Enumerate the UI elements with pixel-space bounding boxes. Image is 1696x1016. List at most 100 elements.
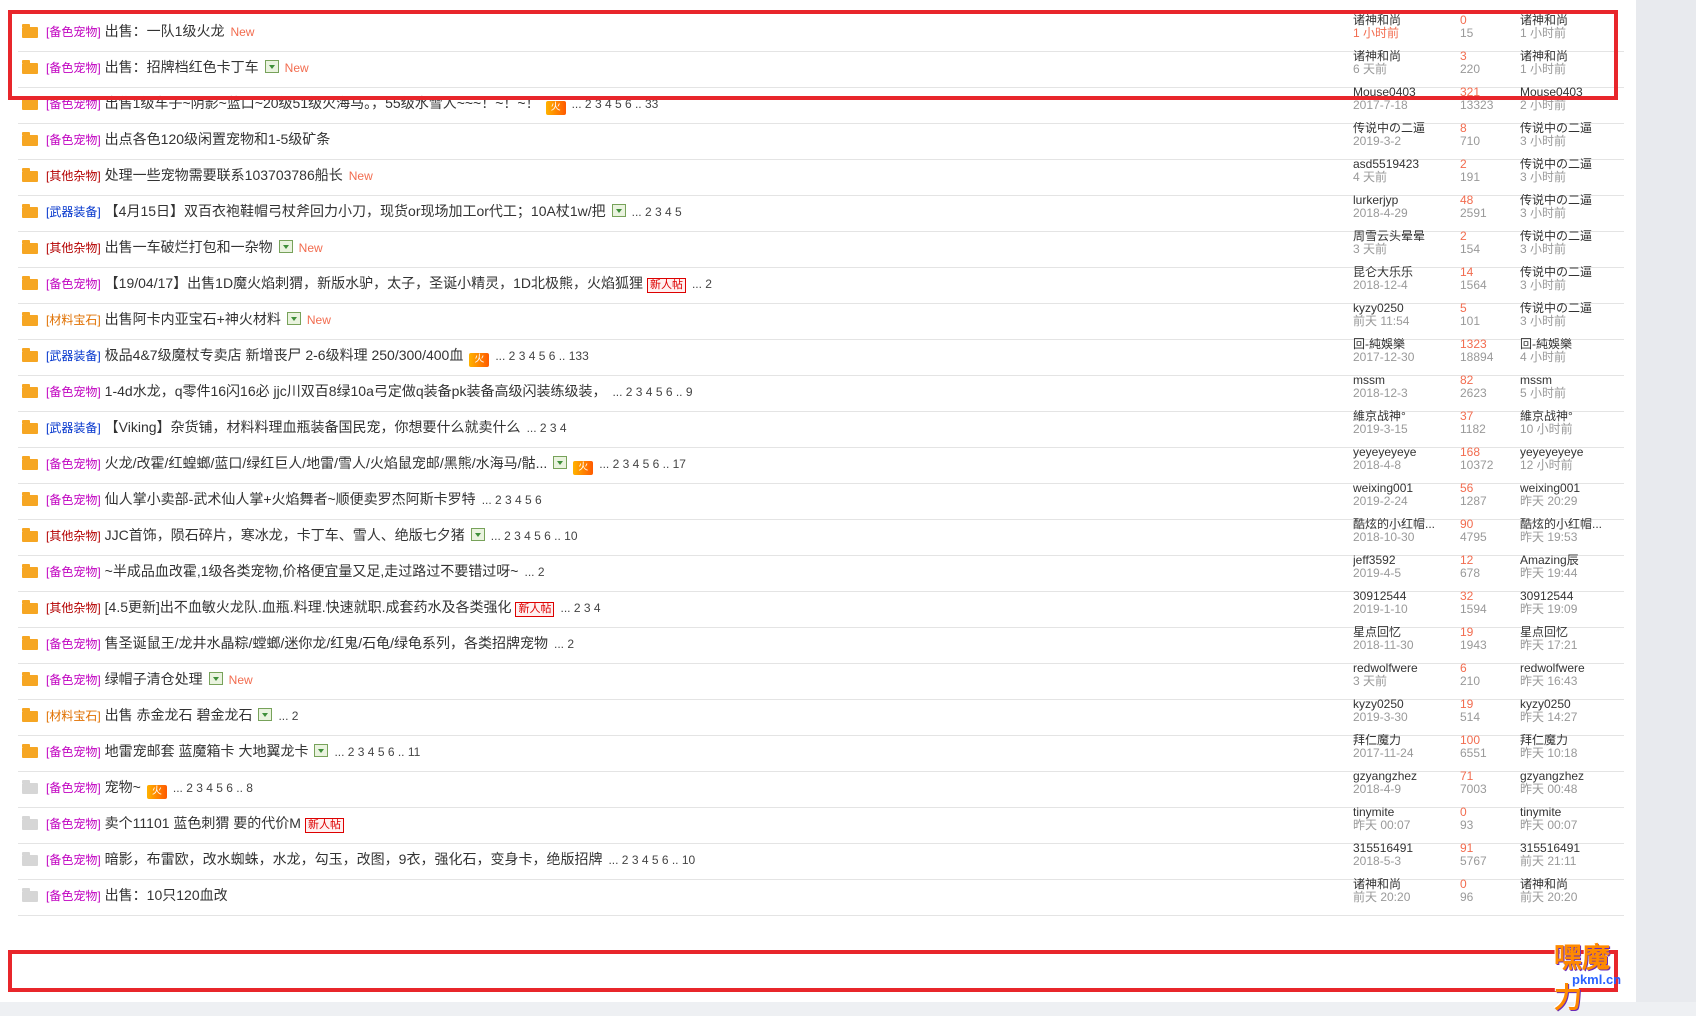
thread-category-link[interactable]: [武器装备] [46,205,101,219]
thread-category-link[interactable]: [备色宠物] [46,745,101,759]
thread-category-link[interactable]: [其他杂物] [46,529,101,543]
thread-row[interactable]: [备色宠物] 【19/04/17】出售1D魔火焰刺猬，新版水驴，太子，圣诞小精灵，… [18,264,1624,304]
post-date: 2018-5-3 [1353,854,1402,868]
thread-title-link[interactable]: 出售阿卡内亚宝石+神火材料 [105,311,281,327]
thread-title-link[interactable]: 火龙/改霍/红蝗螂/蓝口/绿红巨人/地雷/雪人/火焰鼠宠邮/黑熊/水海马/骷..… [105,455,548,471]
thread-category-link[interactable]: [备色宠物] [46,637,101,651]
thread-row[interactable]: [备色宠物] ~半成品血改霍,1级各类宠物,价格便宜量又足,走过路过不要错过呀~.… [18,552,1624,592]
page-links[interactable]: ... 2 3 4 5 [632,205,682,219]
thread-title-link[interactable]: 极品4&7级魔杖专卖店 新增丧尸 2-6级料理 250/300/400血 [105,347,464,363]
page-links[interactable]: ... 2 [554,637,574,651]
thread-row[interactable]: [备色宠物] 出售：一队1级火龙 New 诸神和尚 1 小时前 0 15 诸神和尚 1 小时前 [18,12,1624,52]
last-post-cell: 回-純娛樂 4 小时前 [1520,338,1620,364]
thread-title-link[interactable]: 卖个11101 蓝色刺猬 要的代价M [105,815,301,831]
stats-cell: 321 13323 [1460,86,1493,112]
thread-row[interactable]: [备色宠物] 出售：招牌档红色卡丁车 New 诸神和尚 6 天前 3 220 诸神和尚 1 小时… [18,48,1624,88]
thread-category-link[interactable]: [备色宠物] [46,493,101,507]
thread-title-link[interactable]: JJC首饰，陨石碎片，寒冰龙，卡丁车、雪人、绝版七夕猪 [105,527,465,543]
thread-row[interactable]: [其他杂物] JJC首饰，陨石碎片，寒冰龙，卡丁车、雪人、绝版七夕猪 ... 2 3… [18,516,1624,556]
thread-title-link[interactable]: 【19/04/17】出售1D魔火焰刺猬，新版水驴，太子，圣诞小精灵，1D北极熊，… [105,275,643,291]
page-links[interactable]: ... 2 3 4 5 6 .. 17 [599,457,686,471]
thread-row[interactable]: [备色宠物] 暗影，布雷欧，改水蜘蛛，水龙，勾玉，改图，9衣，强化石，变身卡，绝版… [18,840,1624,880]
thread-category-link[interactable]: [备色宠物] [46,817,101,831]
thread-category-link[interactable]: [备色宠物] [46,853,101,867]
thread-category-link[interactable]: [武器装备] [46,421,101,435]
thread-title-link[interactable]: 1-4d水龙，q零件16闪16必 jjc川双百8绿10a弓定做q装备pk装备高级… [105,383,607,399]
thread-title-link[interactable]: 出售一车破烂打包和一杂物 [105,239,273,255]
thread-row[interactable]: [备色宠物] 地雷宠邮套 蓝魔箱卡 大地翼龙卡 ... 2 3 4 5 6 .. 1… [18,732,1624,772]
thread-title-link[interactable]: ~半成品血改霍,1级各类宠物,价格便宜量又足,走过路过不要错过呀~ [105,563,519,579]
thread-title-link[interactable]: 出售 赤金龙石 碧金龙石 [105,707,253,723]
thread-category-link[interactable]: [材料宝石] [46,313,101,327]
page-links[interactable]: ... 2 3 4 5 6 .. 8 [173,781,253,795]
thread-title-link[interactable]: 地雷宠邮套 蓝魔箱卡 大地翼龙卡 [105,743,309,759]
thread-category-link[interactable]: [备色宠物] [46,25,101,39]
thread-category-link[interactable]: [备色宠物] [46,781,101,795]
thread-category-link[interactable]: [备色宠物] [46,97,101,111]
thread-title-link[interactable]: 售圣诞鼠王/龙井水晶粽/螳螂/迷你龙/红鬼/石龟/绿龟系列，各类招牌宠物 [105,635,548,651]
last-post-time: 前天 21:11 [1520,854,1577,868]
thread-title-link[interactable]: 仙人掌小卖部-武术仙人掌+火焰舞者~顺便卖罗杰阿斯卡罗特 [105,491,476,507]
page-links[interactable]: ... 2 3 4 5 6 .. 9 [612,385,692,399]
page-links[interactable]: ... 2 [524,565,544,579]
thread-title-link[interactable]: 【Viking】杂货铺，材料料理血瓶装备国民宠，你想要什么就卖什么 [105,419,521,435]
thread-category-link[interactable]: [备色宠物] [46,385,101,399]
thread-title-link[interactable]: 出售1级车子~阴影~蓝口~20级51级火海马。，55级水雪人~~~！~！~！ [105,95,540,111]
thread-row[interactable]: [其他杂物] 处理一些宠物需要联系103703786船长 New asd5519423… [18,156,1624,196]
post-date: 2018-10-30 [1353,530,1415,544]
page-links[interactable]: ... 2 3 4 5 6 .. 11 [334,745,420,759]
thread-row[interactable]: [武器装备] 【4月15日】双百衣袍鞋帽弓杖斧回力小刀，现货or现场加工or代工；… [18,192,1624,232]
page-links[interactable]: ... 2 3 4 5 6 .. 10 [608,853,695,867]
thread-row[interactable]: [备色宠物] 出售1级车子~阴影~蓝口~20级51级火海马。，55级水雪人~~~！… [18,84,1624,124]
thread-category-link[interactable]: [其他杂物] [46,601,101,615]
thread-row[interactable]: [备色宠物] 售圣诞鼠王/龙井水晶粽/螳螂/迷你龙/红鬼/石龟/绿龟系列，各类招牌… [18,624,1624,664]
thread-category-link[interactable]: [备色宠物] [46,61,101,75]
thread-row[interactable]: [备色宠物] 卖个11101 蓝色刺猬 要的代价M 新人帖 tinymite 昨天 00… [18,804,1624,844]
thread-title-link[interactable]: 处理一些宠物需要联系103703786船长 [105,167,343,183]
thread-row[interactable]: [其他杂物] 出售一车破烂打包和一杂物 New 周雪云头晕晕 3 天前 2 154 传说中の二… [18,228,1624,268]
thread-row[interactable]: [备色宠物] 绿帽子清仓处理 New redwolfwere 3 天前 6 210 redwo… [18,660,1624,700]
thread-title-link[interactable]: 宠物~ [105,779,141,795]
page-links[interactable]: ... 2 3 4 5 6 [482,493,542,507]
thread-category-link[interactable]: [备色宠物] [46,673,101,687]
thread-category-link[interactable]: [备色宠物] [46,457,101,471]
thread-row[interactable]: [备色宠物] 宠物~ 火 ... 2 3 4 5 6 .. 8 gzyangzhez 20… [18,768,1624,808]
post-date: 昨天 00:07 [1353,818,1411,832]
thread-title-link[interactable]: 暗影，布雷欧，改水蜘蛛，水龙，勾玉，改图，9衣，强化石，变身卡，绝版招牌 [105,851,603,867]
thread-category-link[interactable]: [其他杂物] [46,169,101,183]
thread-row[interactable]: [备色宠物] 仙人掌小卖部-武术仙人掌+火焰舞者~顺便卖罗杰阿斯卡罗特 ... 2 … [18,480,1624,520]
thread-title-link[interactable]: 【4月15日】双百衣袍鞋帽弓杖斧回力小刀，现货or现场加工or代工；10A杖1w… [105,203,606,219]
thread-category-link[interactable]: [武器装备] [46,349,101,363]
thread-row[interactable]: [备色宠物] 1-4d水龙，q零件16闪16必 jjc川双百8绿10a弓定做q装备… [18,372,1624,412]
thread-row[interactable]: [备色宠物] 出点各色120级闲置宠物和1-5级矿条 传说中の二逼 2019-3-2 8… [18,120,1624,160]
page-links[interactable]: ... 2 [278,709,298,723]
page-links[interactable]: ... 2 3 4 [527,421,567,435]
last-post-cell: tinymite 昨天 00:07 [1520,806,1620,832]
page-links[interactable]: ... 2 3 4 [560,601,600,615]
thread-row[interactable]: [备色宠物] 火龙/改霍/红蝗螂/蓝口/绿红巨人/地雷/雪人/火焰鼠宠邮/黑熊/水… [18,444,1624,484]
thread-category-link[interactable]: [备色宠物] [46,889,101,903]
thread-title-cell: [备色宠物] 绿帽子清仓处理 New [46,670,253,689]
thread-category-link[interactable]: [备色宠物] [46,133,101,147]
thread-title-link[interactable]: 出售：一队1级火龙 [105,23,225,39]
thread-category-link[interactable]: [备色宠物] [46,565,101,579]
page-links[interactable]: ... 2 [692,277,712,291]
page-links[interactable]: ... 2 3 4 5 6 .. 133 [495,349,588,363]
thread-row[interactable]: [材料宝石] 出售 赤金龙石 碧金龙石 ... 2 kyzy0250 2019-3-30… [18,696,1624,736]
thread-row[interactable]: [备色宠物] 出售：10只120血改 诸神和尚 前天 20:20 0 96 诸神和尚 前天 2… [18,876,1624,916]
thread-title-link[interactable]: [4.5更新]出不血敏火龙队.血瓶.料理.快速就职.成套药水及各类强化 [105,599,512,615]
thread-row[interactable]: [武器装备] 【Viking】杂货铺，材料料理血瓶装备国民宠，你想要什么就卖什么.… [18,408,1624,448]
thread-row[interactable]: [材料宝石] 出售阿卡内亚宝石+神火材料 New kyzy0250 前天 11:54 5 1… [18,300,1624,340]
view-count: 101 [1460,314,1481,328]
thread-category-link[interactable]: [材料宝石] [46,709,101,723]
page-links[interactable]: ... 2 3 4 5 6 .. 10 [491,529,578,543]
thread-row[interactable]: [武器装备] 极品4&7级魔杖专卖店 新增丧尸 2-6级料理 250/300/40… [18,336,1624,376]
thread-row[interactable]: [其他杂物] [4.5更新]出不血敏火龙队.血瓶.料理.快速就职.成套药水及各类强… [18,588,1624,628]
thread-title-link[interactable]: 出售：10只120血改 [105,887,228,903]
thread-category-link[interactable]: [备色宠物] [46,277,101,291]
thread-title-link[interactable]: 绿帽子清仓处理 [105,671,203,687]
thread-title-link[interactable]: 出售：招牌档红色卡丁车 [105,59,259,75]
thread-title-link[interactable]: 出点各色120级闲置宠物和1-5级矿条 [105,131,331,147]
thread-category-link[interactable]: [其他杂物] [46,241,101,255]
page-links[interactable]: ... 2 3 4 5 6 .. 33 [572,97,659,111]
